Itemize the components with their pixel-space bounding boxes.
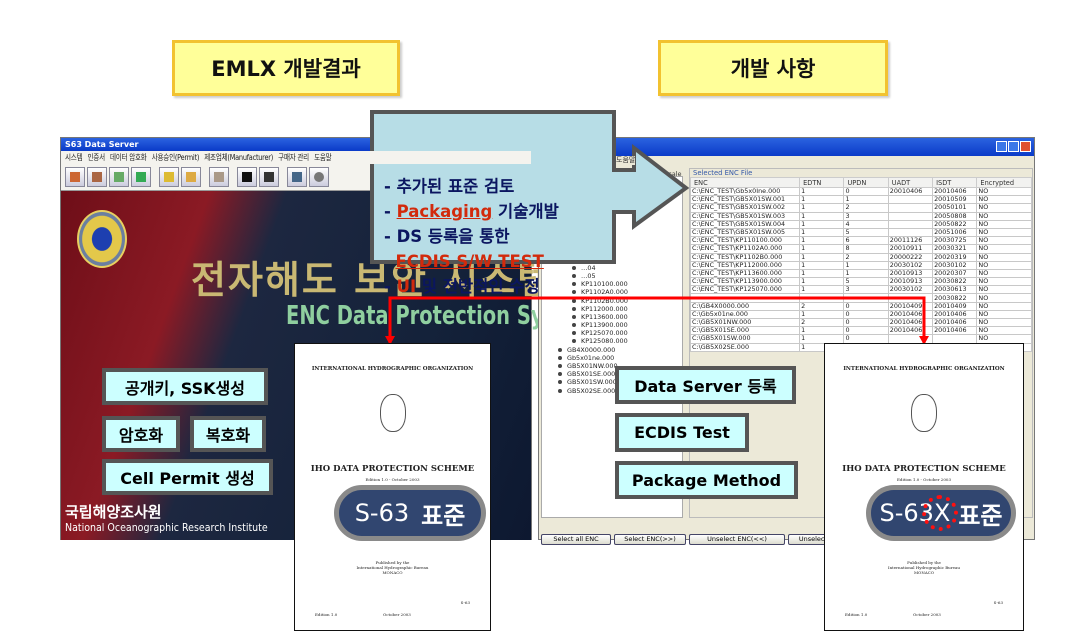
doc-published: Published by the International Hydrograp… bbox=[825, 560, 1023, 575]
doc-footer-right: October 2003 bbox=[913, 612, 941, 617]
menu-help[interactable]: 도움말 bbox=[314, 153, 332, 162]
cell-permit-button: Cell Permit 생성 bbox=[102, 459, 273, 495]
callout-highlight: Packaging bbox=[396, 202, 493, 221]
callout-line-text: 기술개발 bbox=[492, 202, 559, 221]
menu-bar: 시스템 인증서 데이터 암호화 사용승인(Permit) 제조업체(Manufa… bbox=[61, 151, 531, 164]
published-line: MONACO bbox=[913, 570, 935, 575]
bullet: - bbox=[384, 227, 397, 246]
menu-manufacturer[interactable]: 제조업체(Manufacturer) bbox=[204, 153, 273, 162]
callout-line: - DS 등록을 통한 bbox=[384, 224, 559, 249]
ecdis-test-button: ECDIS Test bbox=[615, 413, 749, 452]
menu-help-partial[interactable]: 도움말 bbox=[616, 156, 636, 165]
doc-code: S-63 bbox=[460, 600, 470, 605]
highlight-circle bbox=[922, 495, 958, 531]
doc-title: IHO DATA PROTECTION SCHEME bbox=[310, 464, 475, 474]
doc-org: INTERNATIONAL HYDROGRAPHIC ORGANIZATION bbox=[311, 366, 474, 372]
encrypt-button: 암호화 bbox=[102, 416, 180, 452]
doc-published: Published by the International Hydrograp… bbox=[295, 560, 490, 575]
doc-code: S-63 bbox=[993, 600, 1003, 605]
bullet bbox=[384, 252, 396, 271]
iho-emblem-icon bbox=[911, 394, 937, 432]
menu-encrypt[interactable]: 데이터 암호화 bbox=[110, 153, 147, 162]
doc-edition-line: Edition 1.0 - October 2003 bbox=[897, 477, 951, 482]
callout-line: - UI 및 전반적인 수정 bbox=[384, 274, 559, 299]
decrypt-button: 복호화 bbox=[190, 416, 266, 452]
data-server-register-button: Data Server 등록 bbox=[615, 366, 796, 404]
badge-suffix: 표준 bbox=[421, 501, 466, 530]
doc-footer-left: Edition 1.0 bbox=[315, 612, 338, 617]
s63-standard-badge: S-63 표준 bbox=[334, 485, 486, 541]
package-method-button: Package Method bbox=[615, 461, 798, 499]
callout-line: - 추가된 표준 검토 bbox=[384, 174, 559, 199]
doc-org: INTERNATIONAL HYDROGRAPHIC ORGANIZATION bbox=[843, 366, 1005, 372]
doc-title: IHO DATA PROTECTION SCHEME bbox=[842, 464, 1006, 474]
key-generation-button: 공개키, SSK생성 bbox=[102, 368, 268, 405]
doc-footer-right: October 2003 bbox=[383, 612, 411, 617]
bullet: - bbox=[384, 202, 397, 221]
bullet: - bbox=[384, 177, 397, 196]
callout-line-text: 추가된 표준 검토 bbox=[396, 177, 515, 196]
menu-permit[interactable]: 사용승인(Permit) bbox=[152, 153, 200, 162]
callout-line-text: DS 등록을 통한 bbox=[396, 227, 510, 246]
menu-system[interactable]: 시스템 bbox=[65, 153, 83, 162]
doc-edition-line: Edition 1.0 - October 2003 bbox=[365, 477, 420, 482]
callout-highlight: ECDIS S/W TEST bbox=[395, 252, 544, 271]
menu-certificate[interactable]: 인증서 bbox=[87, 153, 105, 162]
badge-code: S-63 bbox=[354, 499, 410, 527]
menu-buyer[interactable]: 구매자 관리 bbox=[278, 153, 309, 162]
callout-highlight: UI bbox=[396, 277, 417, 296]
callout-line: - Packaging 기술개발 bbox=[384, 199, 559, 224]
iho-emblem-icon bbox=[379, 394, 406, 432]
published-line: MONACO bbox=[382, 570, 403, 575]
callout-line-text: 및 전반적인 수정 bbox=[416, 277, 540, 296]
doc-footer-left: Edition 1.0 bbox=[845, 612, 868, 617]
badge-suffix: 표준 bbox=[958, 501, 1003, 530]
bullet: - bbox=[384, 277, 397, 296]
callout-line: ECDIS S/W TEST bbox=[384, 249, 559, 274]
